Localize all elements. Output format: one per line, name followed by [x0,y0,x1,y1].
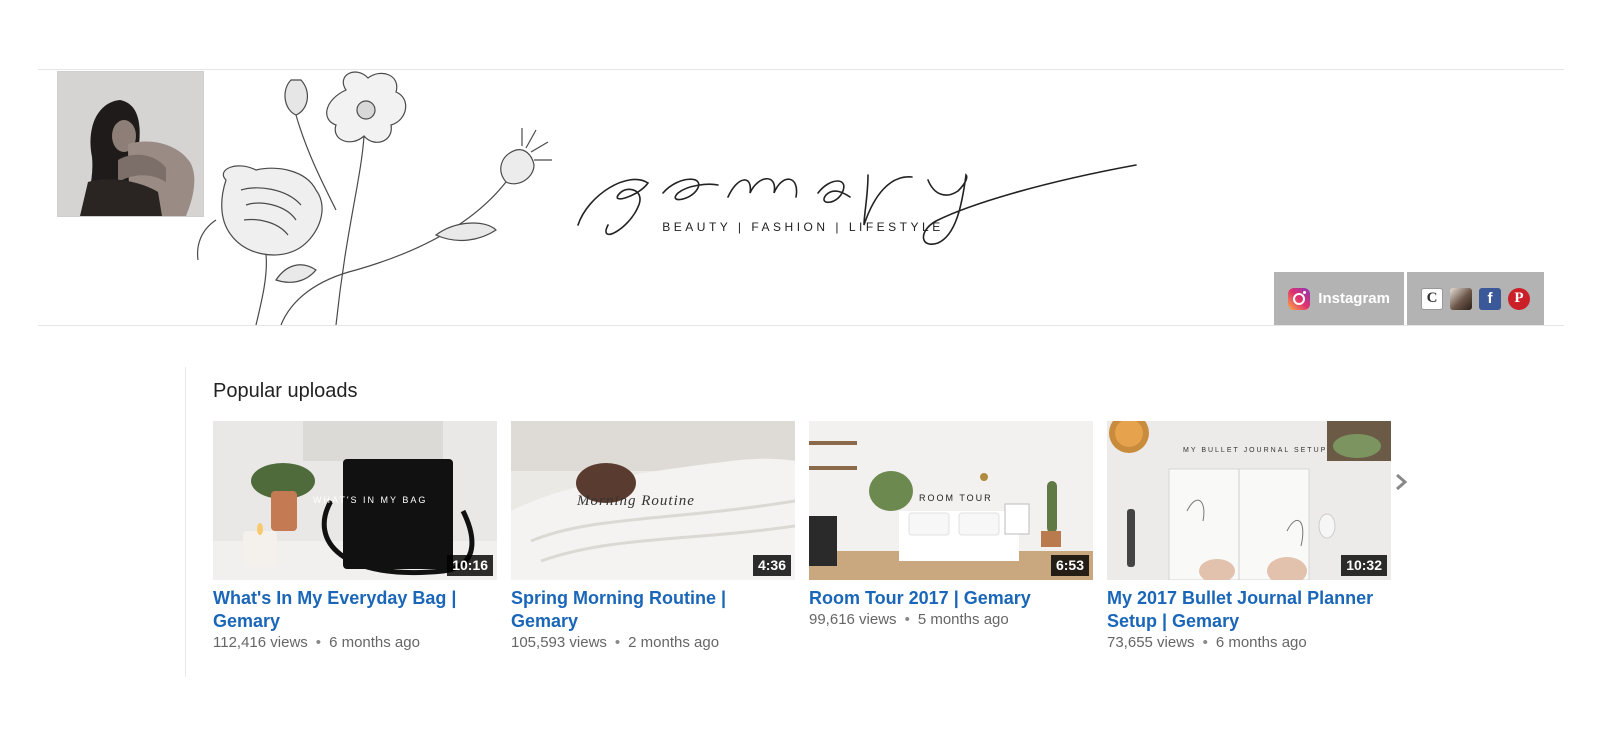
instagram-label: Instagram [1318,290,1390,307]
meta-separator: • [1202,634,1208,651]
pinterest-icon[interactable]: P [1508,287,1530,310]
upload-age: 5 months ago [917,611,1009,628]
video-meta: 105,593 views • 2 months ago [511,634,795,651]
video-duration: 4:36 [752,555,791,576]
video-card: Morning Routine 4:36 Spring Morning Rout… [511,421,795,651]
brand-name-text: gemary [568,135,572,136]
view-count: 105,593 views [511,634,607,651]
video-thumbnail[interactable]: ROOM TOUR 6:53 [809,421,1093,580]
instagram-link[interactable]: Instagram [1274,272,1404,325]
view-count: 99,616 views [809,611,897,628]
video-title-link[interactable]: My 2017 Bullet Journal Planner Setup | G… [1107,587,1391,633]
shelf-next-arrow-icon[interactable] [1392,472,1410,492]
thumbnail-overlay-text: Morning Routine [577,493,695,509]
social-links-group: C f P [1407,272,1544,325]
meta-separator: • [315,634,322,651]
avatar-photo [58,72,203,216]
view-count: 112,416 views [213,634,308,651]
facebook-icon[interactable]: f [1479,287,1501,310]
video-thumbnail[interactable]: MY BULLET JOURNAL SETUP 10:32 [1107,421,1391,580]
video-meta: 112,416 views • 6 months ago [213,634,497,651]
banner-links: Instagram C f P [1274,272,1544,325]
view-count: 73,655 views [1107,634,1195,651]
video-card: MY BULLET JOURNAL SETUP 10:32 My 2017 Bu… [1107,421,1391,651]
upload-age: 6 months ago [1215,634,1307,651]
floral-illustration [196,71,552,325]
channel-avatar[interactable] [58,72,203,216]
video-title-link[interactable]: Spring Morning Routine | Gemary [511,587,795,633]
meta-separator: • [614,634,621,651]
video-duration: 10:32 [1341,555,1387,576]
thumbnail-overlay-text: ROOM TOUR [919,493,993,503]
video-shelf: WHAT'S IN MY BAG 10:16 What's In My Ever… [213,421,1391,651]
instagram-icon [1288,287,1311,310]
profile-icon[interactable] [1450,287,1472,310]
section-title[interactable]: Popular uploads [213,380,358,403]
video-thumbnail[interactable]: WHAT'S IN MY BAG 10:16 [213,421,497,580]
meta-separator: • [904,611,910,628]
video-duration: 6:53 [1050,555,1089,576]
video-meta: 73,655 views • 6 months ago [1107,634,1391,651]
video-thumbnail[interactable]: Morning Routine 4:36 [511,421,795,580]
video-card: ROOM TOUR 6:53 Room Tour 2017 | Gemary 9… [809,421,1093,651]
brand-tagline: BEAUTY | FASHION | LIFESTYLE [662,220,944,234]
thumbnail-overlay-text: WHAT'S IN MY BAG [313,495,428,505]
video-title-link[interactable]: Room Tour 2017 | Gemary [809,587,1093,610]
video-duration: 10:16 [447,555,493,576]
upload-age: 2 months ago [628,634,720,651]
channel-banner: gemary BEAUTY | FASHION | LIFESTYLE Inst… [38,69,1564,326]
thumbnail-overlay-text: MY BULLET JOURNAL SETUP [1183,447,1328,454]
video-card: WHAT'S IN MY BAG 10:16 What's In My Ever… [213,421,497,651]
upload-age: 6 months ago [329,634,420,651]
video-title-link[interactable]: What's In My Everyday Bag | Gemary [213,587,497,633]
website-icon[interactable]: C [1421,287,1443,310]
popular-uploads-section: Popular uploads WHAT'S IN MY BAG 10:16 W… [185,367,1416,677]
video-meta: 99,616 views • 5 months ago [809,611,1093,628]
